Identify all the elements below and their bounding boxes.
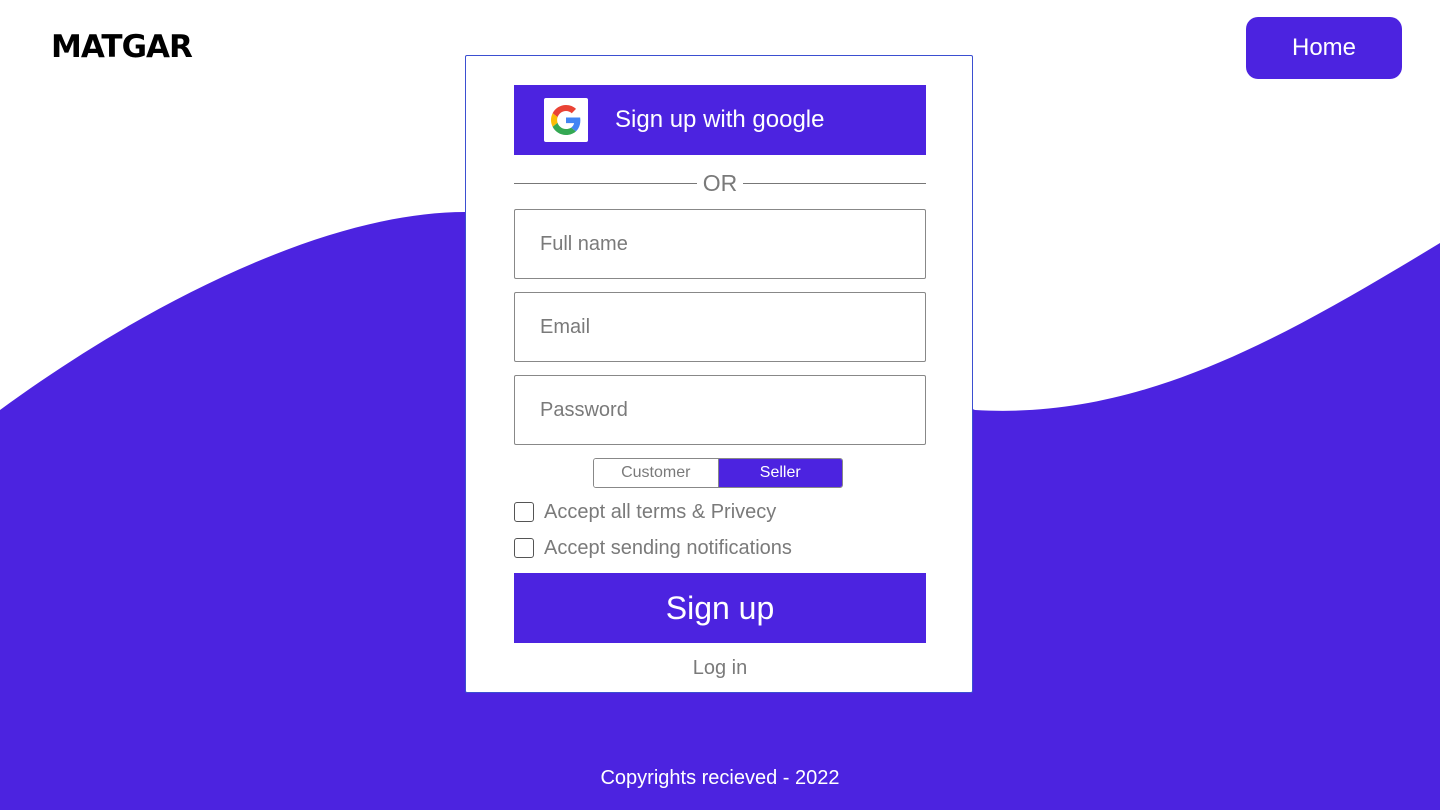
google-g-icon [544, 98, 588, 142]
google-signup-label: Sign up with google [615, 106, 825, 133]
divider-line-left [514, 182, 697, 184]
accept-notifications-label: Accept sending notifications [544, 537, 792, 559]
role-option-customer[interactable]: Customer [594, 459, 719, 487]
accept-notifications-checkbox[interactable] [514, 538, 534, 558]
signup-button[interactable]: Sign up [514, 573, 926, 643]
or-text: OR [702, 170, 738, 196]
role-toggle: Customer Seller [593, 458, 843, 488]
or-divider: OR [514, 168, 926, 198]
full-name-field[interactable] [514, 209, 926, 279]
password-field[interactable] [514, 375, 926, 445]
home-button[interactable]: Home [1246, 17, 1402, 79]
signup-card: Sign up with google OR Customer Seller A… [465, 55, 973, 693]
role-option-seller[interactable]: Seller [718, 459, 842, 487]
divider-line-right [743, 182, 926, 184]
footer-copyright: Copyrights recieved - 2022 [600, 767, 840, 789]
accept-notifications-row[interactable]: Accept sending notifications [514, 536, 792, 560]
accept-terms-label: Accept all terms & Privecy [544, 501, 777, 523]
login-link[interactable]: Log in [514, 655, 926, 681]
accept-terms-checkbox[interactable] [514, 502, 534, 522]
google-signup-button[interactable]: Sign up with google [514, 85, 926, 155]
email-field[interactable] [514, 292, 926, 362]
brand-logo[interactable]: MATGAR [51, 30, 193, 64]
accept-terms-row[interactable]: Accept all terms & Privecy [514, 500, 776, 524]
